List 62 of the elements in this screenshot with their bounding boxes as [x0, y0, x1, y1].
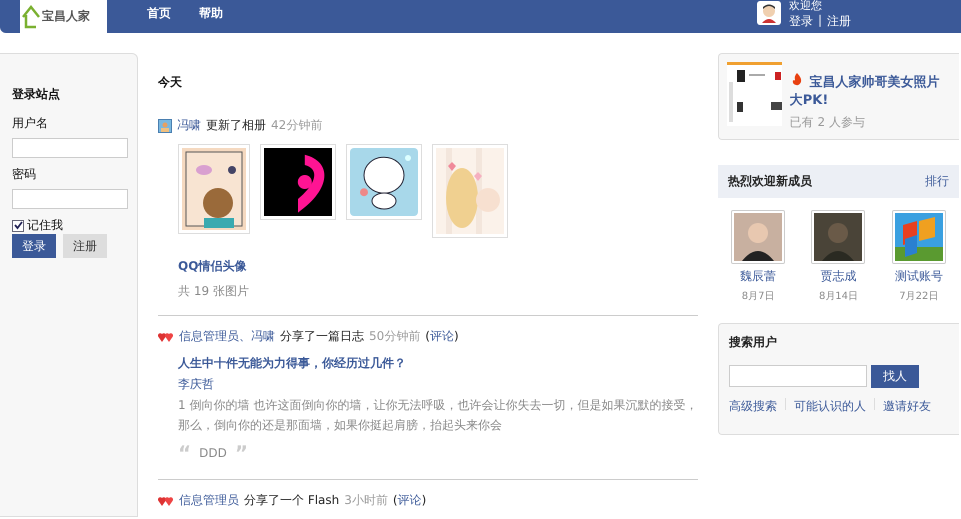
quote-text: DDD	[199, 445, 227, 462]
search-heading: 搜索用户	[729, 335, 777, 349]
user-link[interactable]: 信息管理员	[179, 492, 239, 509]
ranking-link[interactable]: 排行	[925, 173, 949, 190]
day-heading: 今天	[158, 74, 183, 91]
separator-text: |	[818, 13, 822, 29]
time-text: 42分钟前	[271, 117, 322, 134]
register-button[interactable]: 注册	[63, 234, 107, 258]
comment-link[interactable]: 评论	[398, 493, 422, 507]
blog-title[interactable]: 人生中十件无能为力得事，你经历过几件？	[178, 355, 698, 372]
action-text: 更新了相册	[206, 117, 266, 134]
participants-text: 已有 2 人参与	[790, 114, 866, 131]
time-text: 50分钟前	[369, 328, 420, 345]
blog-excerpt: 1 倒向你的墙 也许这面倒向你的墙，让你无法呼吸，也许会让你失去一切，但是如果沉默的接受，那么，倒向你的还是那面墙，如果你挺起肩膀，抬起头来你会	[178, 397, 698, 434]
join-date: 8月7日	[742, 290, 775, 303]
photo-count: 共 19 张图片	[178, 283, 250, 300]
login-title: 登录站点	[12, 86, 61, 103]
welcome-text: 欢迎您	[788, 0, 823, 11]
username-field[interactable]	[12, 138, 128, 158]
promo-title[interactable]: 宝昌人家帅哥美女照片大PK!	[790, 72, 951, 110]
nav-link[interactable]: 首页	[147, 0, 171, 33]
member-avatar[interactable]	[731, 210, 786, 264]
album-title[interactable]: QQ情侣头像	[178, 258, 698, 275]
comment-link[interactable]: 评论	[430, 329, 454, 343]
open-quote-mark: “	[178, 441, 192, 465]
password-label: 密码	[12, 166, 37, 183]
photo-thumbnail[interactable]	[260, 144, 336, 220]
search-link[interactable]: 可能认识的人	[794, 398, 866, 415]
user-link[interactable]: 信息管理员、冯啸	[179, 328, 275, 345]
close-quote-mark: ”	[234, 441, 248, 465]
hearts-icon	[158, 494, 174, 506]
site-logo: 宝昌人家	[42, 8, 90, 25]
member-avatar[interactable]	[811, 210, 866, 264]
members-heading: 热烈欢迎新成员	[728, 173, 812, 190]
action-text: 分享了一篇日志	[280, 328, 364, 345]
password-field[interactable]	[12, 189, 128, 209]
member-name[interactable]: 贾志成	[820, 268, 856, 285]
login-button[interactable]: 登录	[12, 234, 56, 258]
remember-checkbox[interactable]	[12, 220, 24, 232]
username-label: 用户名	[12, 115, 49, 132]
member-name[interactable]: 测试账号	[894, 268, 943, 285]
member-name[interactable]: 魏辰蕾	[740, 268, 776, 285]
hearts-icon	[158, 330, 174, 342]
join-date: 8月14日	[818, 290, 858, 303]
comment-text: (评论)	[392, 492, 426, 509]
register-link[interactable]: 注册	[827, 13, 851, 30]
photo-thumbnail[interactable]	[346, 144, 422, 220]
find-button[interactable]: 找人	[871, 365, 919, 388]
author-link[interactable]: 李庆哲	[178, 376, 698, 393]
picture-icon	[158, 118, 172, 132]
join-date: 7月22日	[899, 290, 938, 303]
time-text: 3小时前	[344, 492, 388, 509]
login-link[interactable]: 登录	[788, 13, 813, 30]
search-link[interactable]: 邀请好友	[883, 398, 931, 415]
nav-link[interactable]: 帮助	[199, 0, 223, 33]
search-field[interactable]	[729, 365, 867, 387]
comment-text: (评论)	[425, 328, 459, 345]
house-icon	[22, 4, 40, 28]
search-link[interactable]: 高级搜索	[729, 398, 777, 415]
action-text: 分享了一个 Flash	[244, 492, 340, 509]
user-link[interactable]: 冯啸	[177, 117, 201, 134]
remember-label: 记住我	[27, 217, 63, 234]
